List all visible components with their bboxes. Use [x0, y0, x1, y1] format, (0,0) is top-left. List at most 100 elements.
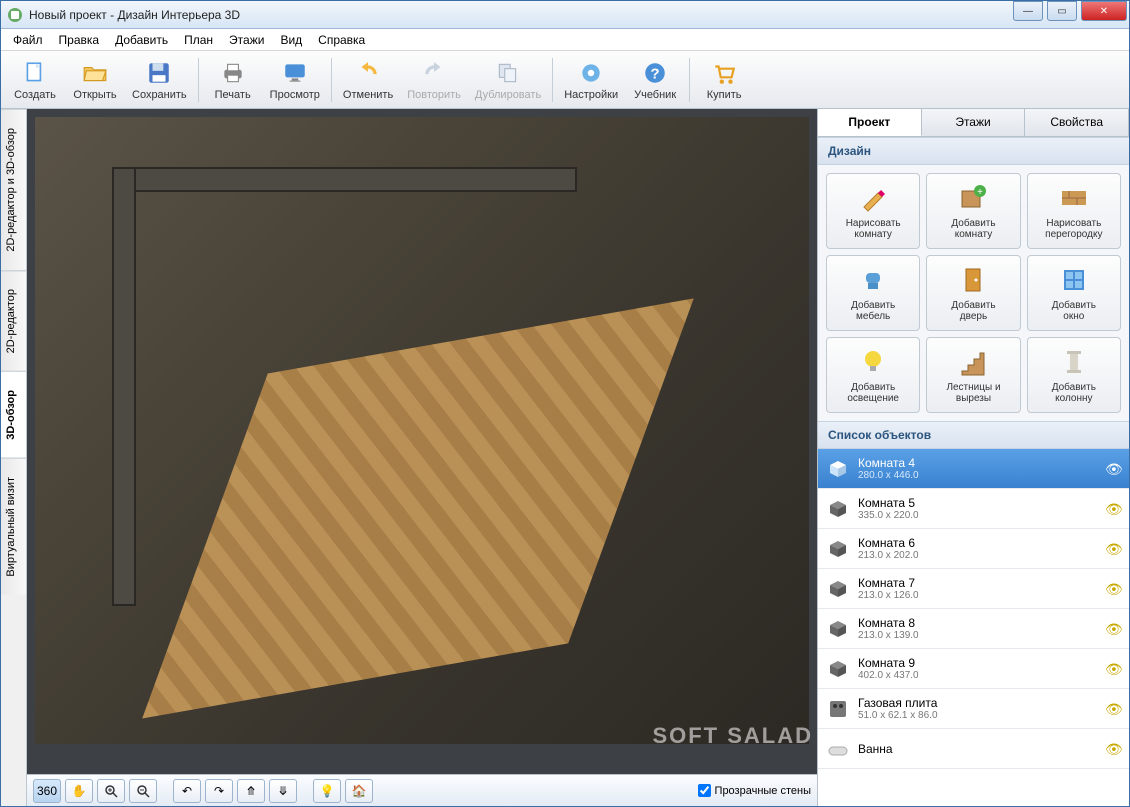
- disk-icon: [145, 59, 173, 87]
- visibility-icon[interactable]: 👁: [1105, 501, 1121, 517]
- tool-door[interactable]: Добавитьдверь: [926, 255, 1020, 331]
- draw-room-icon: [857, 182, 889, 214]
- light-tool[interactable]: 💡: [313, 779, 341, 803]
- monitor-icon: [281, 59, 309, 87]
- folder-open-icon: [81, 59, 109, 87]
- tool-stairs[interactable]: Лестницы ивырезы: [926, 337, 1020, 413]
- tool-draw-room[interactable]: Нарисоватькомнату: [826, 173, 920, 249]
- pan-tool[interactable]: ✋: [65, 779, 93, 803]
- vtab-1[interactable]: 2D-редактор: [1, 270, 26, 371]
- column-icon: [1058, 346, 1090, 378]
- box-icon: [826, 457, 850, 481]
- visibility-icon[interactable]: 👁: [1105, 741, 1121, 757]
- menu-file[interactable]: Файл: [5, 31, 51, 49]
- window-title: Новый проект - Дизайн Интерьера 3D: [29, 8, 1011, 22]
- toolbar-redo: Повторить: [400, 54, 468, 106]
- menu-help[interactable]: Справка: [310, 31, 373, 49]
- minimize-button[interactable]: —: [1013, 1, 1043, 21]
- object-item-2[interactable]: Комната 6213.0 x 202.0👁: [818, 529, 1129, 569]
- menu-plan[interactable]: План: [176, 31, 221, 49]
- toolbar-duplicate: Дублировать: [468, 54, 548, 106]
- object-item-7[interactable]: Ванна👁: [818, 729, 1129, 769]
- box-icon: [826, 497, 850, 521]
- chair-icon: [857, 264, 889, 296]
- tool-window[interactable]: Добавитьокно: [1027, 255, 1121, 331]
- right-panel: ПроектЭтажиСвойства Дизайн Нарисоватьком…: [817, 109, 1129, 806]
- toolbar-cart[interactable]: Купить: [694, 54, 754, 106]
- window-icon: [1058, 264, 1090, 296]
- rtab-Этажи[interactable]: Этажи: [922, 109, 1026, 136]
- viewport-toolbar: 360 ✋ ↶ ↷ ⤊ ⤋ 💡 🏠 Прозрачные стены: [27, 774, 817, 806]
- visibility-icon[interactable]: 👁: [1105, 581, 1121, 597]
- tool-bulb[interactable]: Добавитьосвещение: [826, 337, 920, 413]
- visibility-icon[interactable]: 👁: [1105, 621, 1121, 637]
- box-icon: [826, 577, 850, 601]
- vtab-2[interactable]: 3D-обзор: [1, 371, 26, 458]
- tilt-down-tool[interactable]: ⤋: [269, 779, 297, 803]
- gear-icon: [577, 59, 605, 87]
- object-item-1[interactable]: Комната 5335.0 x 220.0👁: [818, 489, 1129, 529]
- titlebar: Новый проект - Дизайн Интерьера 3D — ▭ ✕: [1, 1, 1129, 29]
- menu-add[interactable]: Добавить: [107, 31, 176, 49]
- zoom-out-tool[interactable]: [129, 779, 157, 803]
- vertical-tabs: 2D-редактор и 3D-обзор2D-редактор3D-обзо…: [1, 109, 27, 806]
- visibility-icon[interactable]: 👁: [1105, 701, 1121, 717]
- close-button[interactable]: ✕: [1081, 1, 1127, 21]
- toolbar-printer[interactable]: Печать: [203, 54, 263, 106]
- toolbar: СоздатьОткрытьСохранитьПечатьПросмотрОтм…: [1, 51, 1129, 109]
- menu-floors[interactable]: Этажи: [221, 31, 272, 49]
- tool-add-room[interactable]: +Добавитькомнату: [926, 173, 1020, 249]
- toolbar-folder-open[interactable]: Открыть: [65, 54, 125, 106]
- help-icon: ?: [641, 59, 669, 87]
- toolbar-undo[interactable]: Отменить: [336, 54, 400, 106]
- menu-edit[interactable]: Правка: [51, 31, 108, 49]
- door-icon: [957, 264, 989, 296]
- box-icon: [826, 737, 850, 761]
- toolbar-disk[interactable]: Сохранить: [125, 54, 194, 106]
- rtab-Свойства[interactable]: Свойства: [1025, 109, 1129, 136]
- toolbar-file-new[interactable]: Создать: [5, 54, 65, 106]
- bulb-icon: [857, 346, 889, 378]
- rotate-right-tool[interactable]: ↷: [205, 779, 233, 803]
- design-section-header: Дизайн: [818, 137, 1129, 165]
- tool-column[interactable]: Добавитьколонну: [1027, 337, 1121, 413]
- app-icon: [7, 7, 23, 23]
- stairs-icon: [957, 346, 989, 378]
- wall-icon: [1058, 182, 1090, 214]
- maximize-button[interactable]: ▭: [1047, 1, 1077, 21]
- viewport-3d[interactable]: SOFT SALAD 360 ✋ ↶ ↷ ⤊ ⤋ 💡 🏠 Прозрачные …: [27, 109, 817, 806]
- vtab-0[interactable]: 2D-редактор и 3D-обзор: [1, 109, 26, 270]
- visibility-icon[interactable]: 👁: [1105, 541, 1121, 557]
- vtab-3[interactable]: Виртуальный визит: [1, 458, 26, 595]
- box-icon: [826, 617, 850, 641]
- orbit-360-tool[interactable]: 360: [33, 779, 61, 803]
- tool-wall[interactable]: Нарисоватьперегородку: [1027, 173, 1121, 249]
- redo-icon: [420, 59, 448, 87]
- duplicate-icon: [494, 59, 522, 87]
- svg-text:?: ?: [650, 65, 659, 82]
- toolbar-monitor[interactable]: Просмотр: [263, 54, 327, 106]
- object-item-3[interactable]: Комната 7213.0 x 126.0👁: [818, 569, 1129, 609]
- cart-icon: [710, 59, 738, 87]
- watermark: SOFT SALAD: [652, 726, 813, 746]
- menu-view[interactable]: Вид: [272, 31, 310, 49]
- object-item-5[interactable]: Комната 9402.0 x 437.0👁: [818, 649, 1129, 689]
- object-item-4[interactable]: Комната 8213.0 x 139.0👁: [818, 609, 1129, 649]
- visibility-icon[interactable]: 👁: [1105, 461, 1121, 477]
- toolbar-help[interactable]: ?Учебник: [625, 54, 685, 106]
- tilt-up-tool[interactable]: ⤊: [237, 779, 265, 803]
- rotate-left-tool[interactable]: ↶: [173, 779, 201, 803]
- home-tool[interactable]: 🏠: [345, 779, 373, 803]
- tool-chair[interactable]: Добавитьмебель: [826, 255, 920, 331]
- objects-section-header: Список объектов: [818, 421, 1129, 449]
- add-room-icon: +: [957, 182, 989, 214]
- transparent-walls-checkbox[interactable]: Прозрачные стены: [698, 784, 811, 797]
- menubar: Файл Правка Добавить План Этажи Вид Спра…: [1, 29, 1129, 51]
- object-item-0[interactable]: Комната 4280.0 x 446.0👁: [818, 449, 1129, 489]
- rtab-Проект[interactable]: Проект: [818, 109, 922, 136]
- visibility-icon[interactable]: 👁: [1105, 661, 1121, 677]
- object-item-6[interactable]: Газовая плита51.0 x 62.1 x 86.0👁: [818, 689, 1129, 729]
- zoom-in-tool[interactable]: [97, 779, 125, 803]
- undo-icon: [354, 59, 382, 87]
- toolbar-gear[interactable]: Настройки: [557, 54, 625, 106]
